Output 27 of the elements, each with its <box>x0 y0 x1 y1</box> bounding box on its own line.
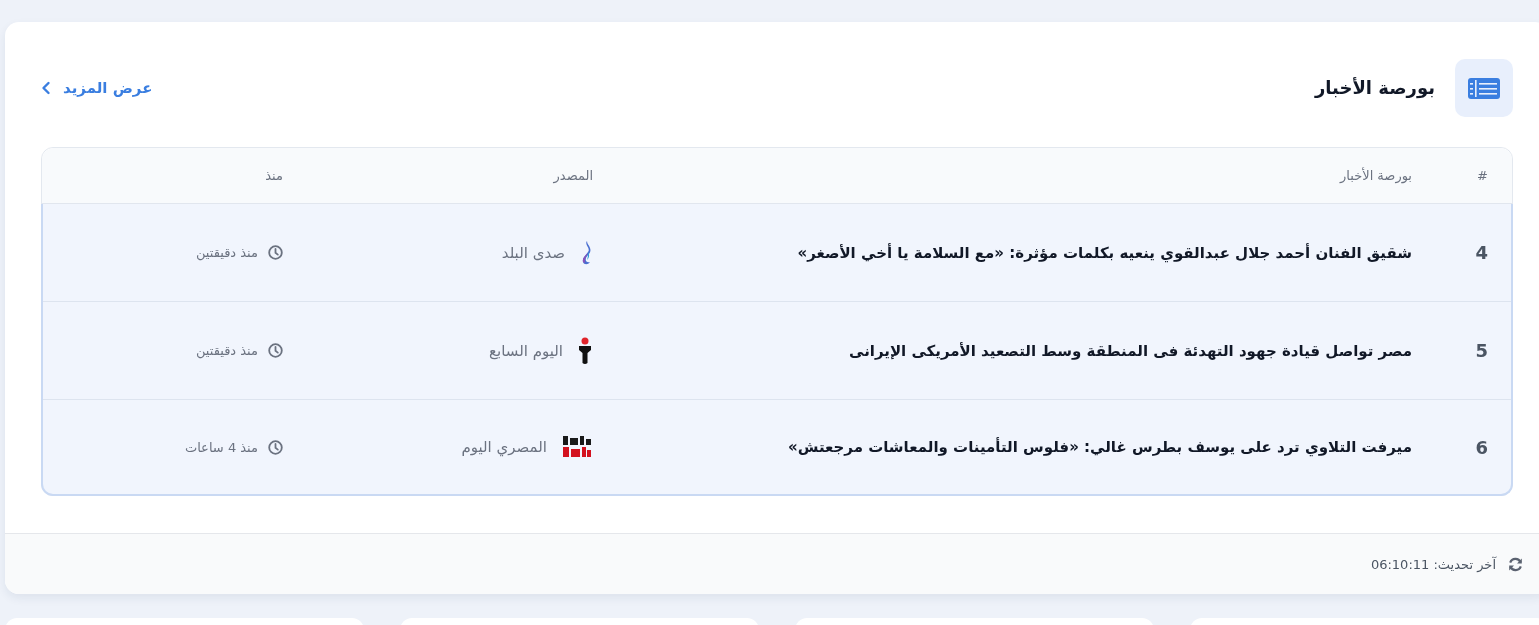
refresh-icon <box>1508 556 1523 572</box>
source-name: صدى البلد <box>501 243 565 262</box>
view-more-link[interactable]: عرض المزيد <box>41 74 153 101</box>
row-number: 4 <box>1475 242 1488 263</box>
source-column-header: المصدر <box>553 168 593 183</box>
row-number: 6 <box>1475 436 1488 458</box>
last-update-text: آخر تحديث: 06:10:11 <box>1370 556 1496 572</box>
newspaper-icon <box>1455 58 1513 117</box>
clock-icon <box>268 245 283 260</box>
time-ago: منذ دقيقتين <box>195 245 258 260</box>
time-ago: منذ 4 ساعات <box>184 439 258 455</box>
block-logo-icon <box>561 434 593 460</box>
card-title: بورصة الأخبار <box>1315 77 1435 98</box>
clock-icon <box>268 343 283 358</box>
source-name: المصري اليوم <box>461 438 547 456</box>
time-ago: منذ دقيقتين <box>195 343 258 358</box>
number-column-header: # <box>1477 168 1488 183</box>
figure-logo-icon <box>577 336 593 365</box>
headline-column-header: بورصة الأخبار <box>1340 168 1412 183</box>
chevron-left-icon <box>41 80 51 95</box>
row-number: 5 <box>1475 340 1488 361</box>
time-column-header: منذ <box>265 168 283 183</box>
source-name: اليوم السابع <box>489 341 563 360</box>
news-headline[interactable]: مصر تواصل قيادة جهود التهدئة فى المنطقة وسط التصعيد الأمريكى الإيرانى <box>848 341 1412 360</box>
news-headline[interactable]: ميرفت التلاوي ترد على يوسف بطرس غالي: «فلوس التأمينات والمعاشات مرجعتش» <box>788 438 1412 456</box>
clock-icon <box>268 439 283 455</box>
news-headline[interactable]: شقيق الفنان أحمد جلال عبدالقوي ينعيه بكلمات مؤثرة: «مع السلامة يا أخي الأصغر» <box>797 243 1412 262</box>
